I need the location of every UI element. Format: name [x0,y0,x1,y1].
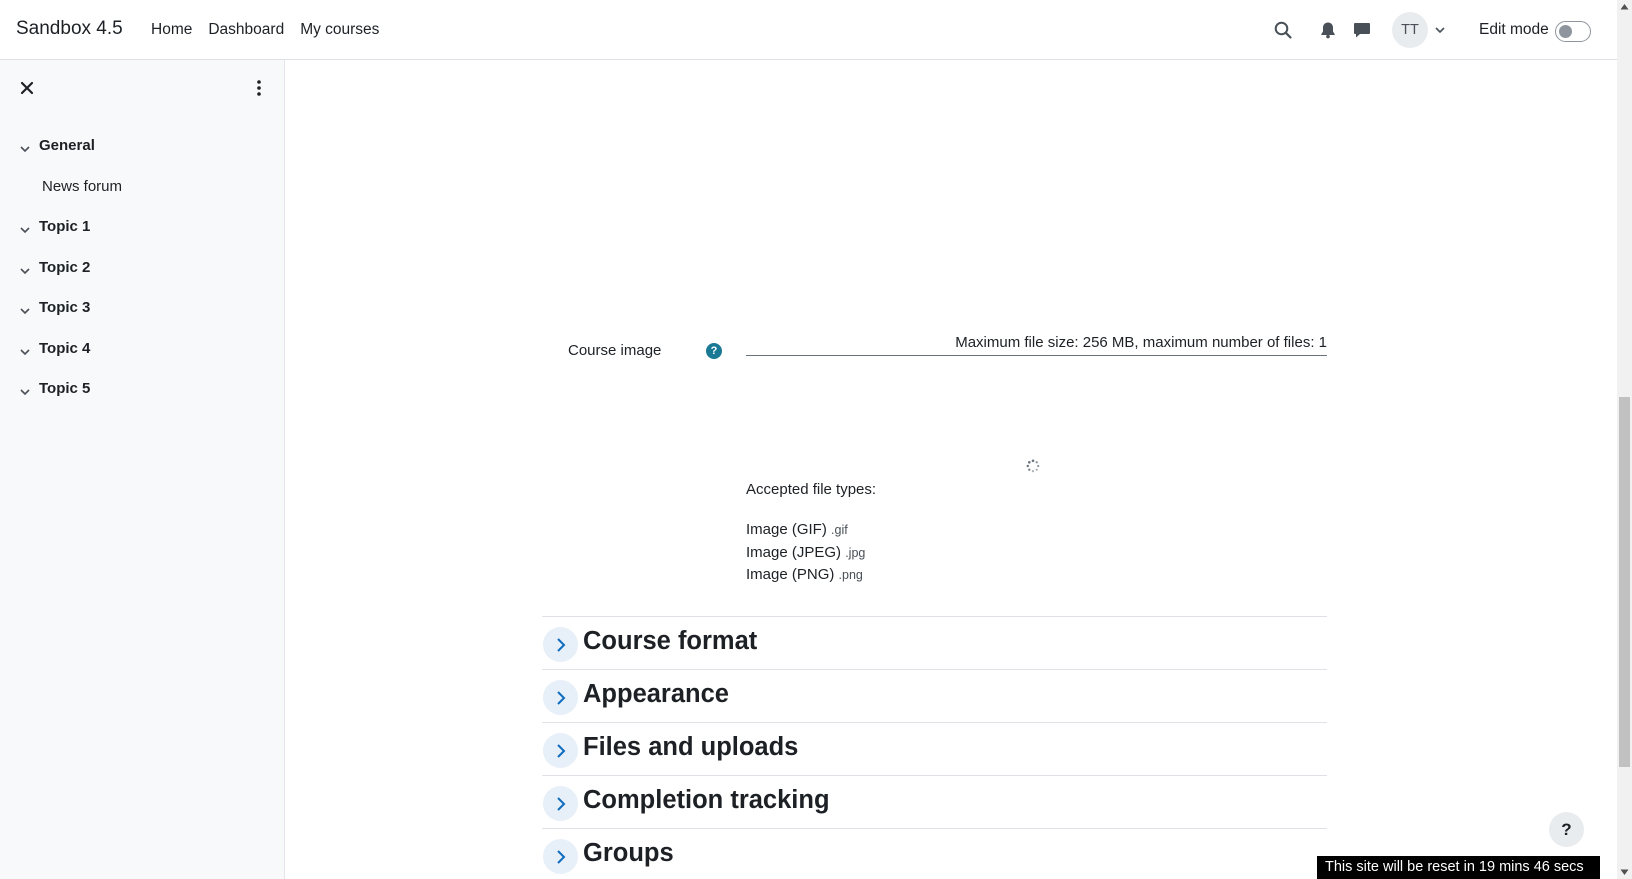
nav-link-my-courses[interactable]: My courses [300,21,379,39]
expand-section-button[interactable] [543,733,578,768]
section-title[interactable]: Completion tracking [583,786,830,815]
scroll-up-arrow-icon[interactable] [1620,3,1629,10]
chevron-right-icon [556,796,565,811]
chevron-down-icon[interactable] [1434,24,1446,36]
chevron-right-icon [556,690,565,705]
accepted-file-types-title: Accepted file types: [746,481,877,498]
section-label[interactable]: Topic 5 [39,380,90,397]
site-reset-banner: This site will be reset in 19 mins 46 se… [1317,856,1600,879]
section-label[interactable]: Topic 2 [39,259,90,276]
filepicker-bar[interactable]: Maximum file size: 256 MB, maximum numbe… [746,332,1327,356]
section-appearance[interactable]: Appearance [542,669,1327,722]
chat-bubble-icon[interactable] [1352,20,1372,40]
section-title[interactable]: Appearance [583,680,729,709]
section-files-and-uploads[interactable]: Files and uploads [542,722,1327,775]
course-index-drawer: General News forum Topic 1 Topic 2 Topic… [0,60,285,879]
chevron-right-icon [556,743,565,758]
page-scrollbar[interactable] [1617,0,1632,879]
loading-spinner-icon [1026,459,1040,473]
course-index-section-topic-2[interactable]: Topic 2 [0,257,285,298]
section-label[interactable]: Topic 4 [39,340,90,357]
section-label[interactable]: Topic 3 [39,299,90,316]
file-type-name: Image (JPEG) [746,543,842,561]
scrollbar-thumb[interactable] [1619,397,1630,767]
course-index-section-general[interactable]: General [0,135,285,176]
file-type-name: Image (GIF) [746,521,827,538]
nav-link-home[interactable]: Home [151,21,192,39]
file-type-item: Image (GIF) .gif [746,519,865,542]
course-index-activity-news-forum[interactable]: News forum [0,176,285,217]
expand-section-button[interactable] [543,786,578,821]
chevron-down-icon[interactable] [19,386,31,398]
file-type-ext: .png [838,568,863,582]
course-index: General News forum Topic 1 Topic 2 Topic… [0,135,285,419]
help-icon[interactable]: ? [706,343,722,359]
filepicker-info: Maximum file size: 256 MB, maximum numbe… [955,334,1327,351]
chevron-down-icon[interactable] [19,305,31,317]
course-index-section-topic-3[interactable]: Topic 3 [0,297,285,338]
file-type-item: Image (JPEG) .jpg [746,542,865,565]
chevron-down-icon[interactable] [19,265,31,277]
chevron-down-icon[interactable] [19,346,31,358]
file-type-item: Image (PNG) .png [746,564,865,587]
section-groups[interactable]: Groups [542,828,1327,879]
user-avatar[interactable]: TT [1392,12,1428,48]
accepted-file-types-list: Image (GIF) .gif Image (JPEG) .jpg Image… [746,519,865,587]
help-fab-button[interactable]: ? [1549,812,1584,847]
file-type-ext: .jpg [845,545,866,560]
section-title[interactable]: Files and uploads [583,733,798,762]
section-completion-tracking[interactable]: Completion tracking [542,775,1327,828]
activity-label[interactable]: News forum [42,178,122,195]
edit-mode-toggle[interactable] [1555,21,1591,42]
section-label[interactable]: Topic 1 [39,218,90,235]
expand-section-button[interactable] [543,680,578,715]
expand-section-button[interactable] [543,627,578,662]
search-icon[interactable] [1273,20,1293,40]
course-image-label: Course image [568,342,662,359]
course-index-section-topic-1[interactable]: Topic 1 [0,216,285,257]
form-sections: Course format Appearance Files and uploa… [542,616,1327,879]
expand-section-button[interactable] [543,839,578,874]
site-brand[interactable]: Sandbox 4.5 [16,18,123,40]
chevron-right-icon [556,849,565,864]
nav-link-dashboard[interactable]: Dashboard [208,21,284,39]
scroll-down-arrow-icon[interactable] [1620,869,1629,876]
top-navbar: Sandbox 4.5 Home Dashboard My courses TT… [0,0,1617,60]
bell-icon[interactable] [1318,20,1338,40]
section-course-format[interactable]: Course format [542,616,1327,669]
section-label[interactable]: General [39,137,95,154]
chevron-down-icon[interactable] [19,224,31,236]
edit-mode-label: Edit mode [1479,21,1549,38]
section-title[interactable]: Groups [583,839,674,868]
primary-navigation: Home Dashboard My courses [151,21,379,39]
chevron-right-icon [556,637,565,652]
close-icon[interactable] [20,81,34,95]
course-index-section-topic-5[interactable]: Topic 5 [0,378,285,419]
file-type-name: Image (PNG) [746,566,835,583]
kebab-menu-icon[interactable] [253,79,265,97]
section-title[interactable]: Course format [583,627,757,656]
chevron-down-icon[interactable] [19,143,31,155]
course-index-section-topic-4[interactable]: Topic 4 [0,338,285,379]
file-type-ext: .gif [831,523,848,537]
